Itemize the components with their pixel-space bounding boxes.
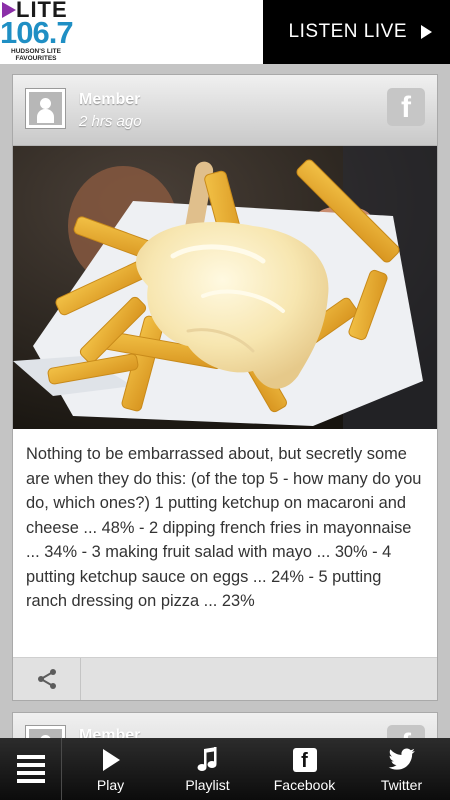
nav-playlist-label: Playlist [185,777,230,793]
station-logo[interactable]: LITE 106.7 HUDSON'S LITE FAVOURITES [0,0,263,64]
nav-play-label: Play [96,777,125,793]
listen-live-label: LISTEN LIVE [288,21,407,42]
share-icon [37,669,56,689]
share-button[interactable] [13,658,81,700]
post-actions-bar [13,657,437,700]
nav-facebook[interactable]: f Facebook [256,738,353,800]
play-icon [421,25,432,39]
facebook-icon: f [387,88,425,126]
logo-tagline: HUDSON'S LITE FAVOURITES [11,48,61,62]
menu-button[interactable] [0,738,62,800]
music-note-icon [197,747,219,773]
nav-twitter[interactable]: Twitter [353,738,450,800]
nav-facebook-label: Facebook [273,777,336,793]
hamburger-icon-line [16,755,45,759]
nav-twitter-label: Twitter [380,777,423,793]
post-timestamp: 2 hrs ago [79,113,142,130]
post-body-text: Nothing to be embarrassed about, but sec… [26,445,422,610]
play-icon [101,747,121,773]
facebook-icon: f [292,747,317,773]
app-header: LITE 106.7 HUDSON'S LITE FAVOURITES LIST… [0,0,450,64]
feed-post-card[interactable]: Member 2 hrs ago f Nothing to be embarra… [12,74,438,701]
hamburger-icon-line [16,779,45,783]
logo-frequency: 106.7 [0,15,74,50]
avatar [25,88,66,129]
hamburger-icon-line [16,771,45,775]
listen-live-button[interactable]: LISTEN LIVE [263,0,450,64]
nav-play[interactable]: Play [62,738,159,800]
post-author: Member [79,91,141,108]
nav-playlist[interactable]: Playlist [159,738,256,800]
bottom-navigation: Play Playlist f Facebook Twitter [0,738,450,800]
default-user-icon [29,92,62,125]
post-image[interactable] [13,146,437,429]
post-header: Member 2 hrs ago f [13,75,437,146]
twitter-bird-icon [388,747,416,773]
hamburger-icon-line [16,763,45,767]
